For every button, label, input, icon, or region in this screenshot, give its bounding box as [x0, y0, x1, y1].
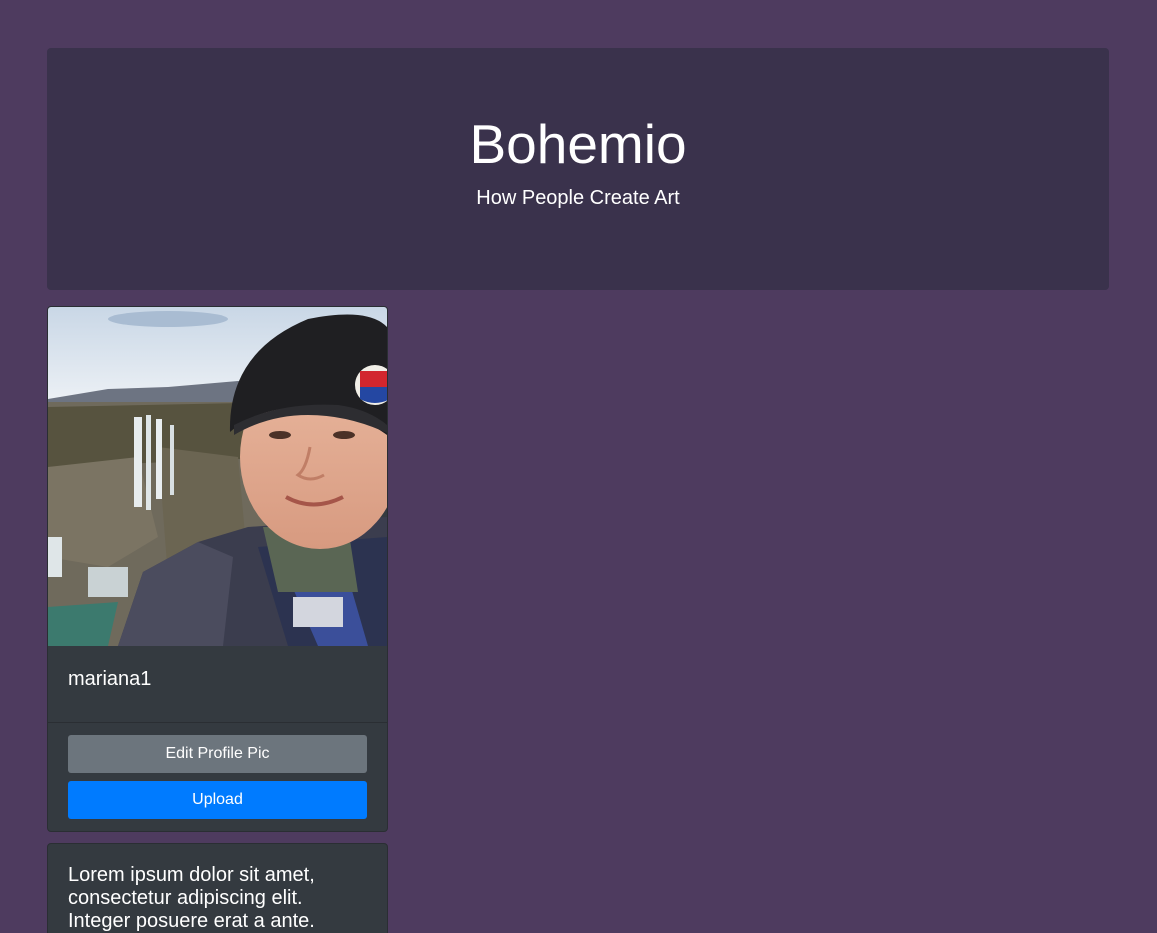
site-subtitle: How People Create Art [476, 187, 680, 209]
bio-text: Lorem ipsum dolor sit amet, consectetur … [68, 864, 315, 932]
header-jumbotron: Bohemio How People Create Art [47, 48, 1109, 290]
profile-photo [48, 307, 387, 646]
edit-profile-pic-button[interactable]: Edit Profile Pic [68, 735, 367, 773]
bio-card: Lorem ipsum dolor sit amet, consectetur … [47, 843, 388, 933]
username: mariana1 [68, 668, 152, 690]
page: Bohemio How People Create Art mariana1 E… [0, 0, 1157, 933]
upload-button[interactable]: Upload [68, 781, 367, 819]
site-title: Bohemio [469, 113, 687, 175]
profile-card: mariana1 Edit Profile Pic Upload [47, 306, 388, 832]
card-divider [48, 722, 387, 723]
